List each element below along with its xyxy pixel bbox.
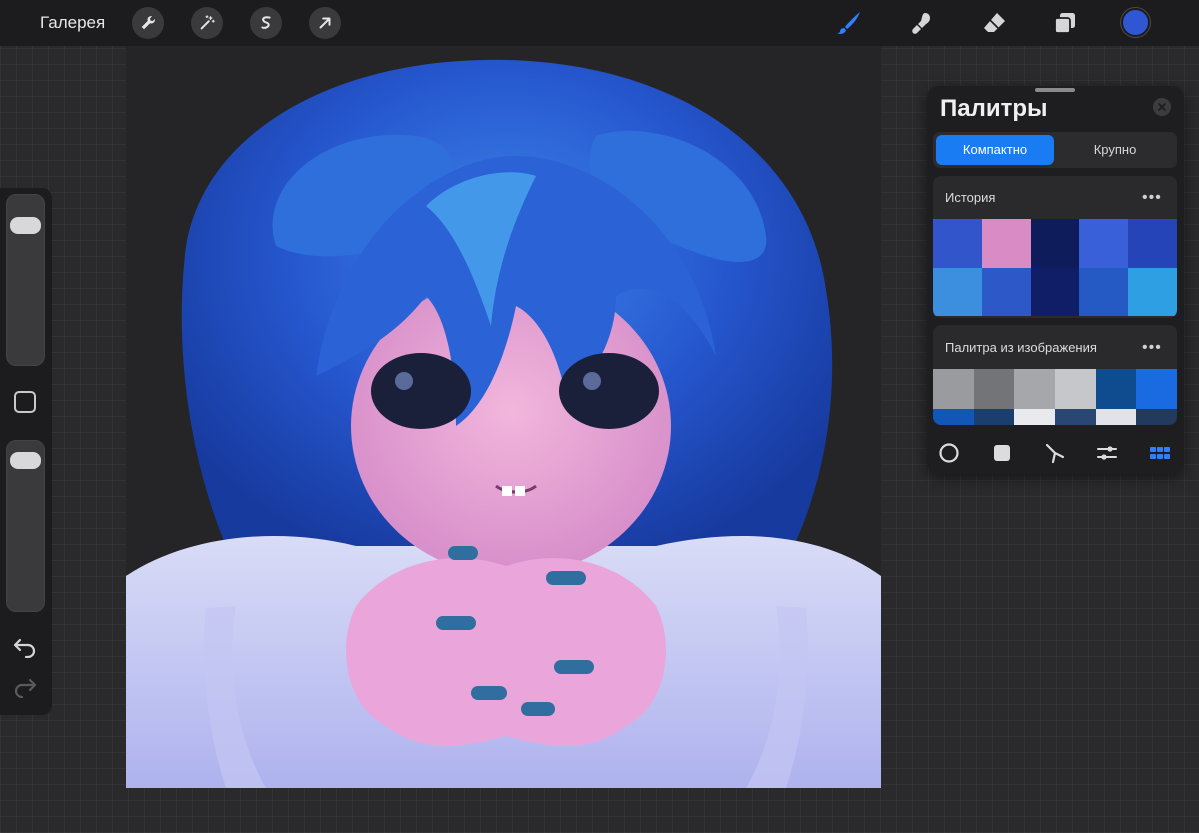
eraser-icon[interactable]	[977, 6, 1011, 40]
color-swatch[interactable]	[1030, 219, 1080, 268]
smudge-icon[interactable]	[905, 6, 939, 40]
color-swatch[interactable]	[933, 267, 982, 316]
color-swatch[interactable]	[1079, 267, 1129, 316]
current-color-swatch[interactable]	[1121, 8, 1150, 37]
image-palette-title: Палитра из изображения	[945, 340, 1097, 355]
color-swatch[interactable]	[933, 219, 982, 268]
panel-title: Палитры	[940, 95, 1048, 122]
color-swatch[interactable]	[1095, 369, 1137, 409]
history-swatch-grid	[933, 219, 1177, 316]
color-swatch[interactable]	[1136, 369, 1177, 409]
wrench-icon[interactable]	[132, 7, 164, 39]
color-swatch[interactable]	[1095, 409, 1137, 425]
color-swatch[interactable]	[1014, 369, 1055, 409]
large-view-button[interactable]: Крупно	[1056, 135, 1174, 165]
gallery-button[interactable]: Галерея	[40, 12, 105, 34]
color-swatch[interactable]	[1079, 219, 1129, 268]
view-mode-segmented-control: Компактно Крупно	[933, 132, 1177, 168]
panel-grabber-handle[interactable]	[1035, 88, 1075, 92]
undo-icon[interactable]	[12, 634, 38, 658]
classic-square-icon[interactable]	[990, 441, 1014, 465]
image-palette-more-button[interactable]: •••	[1142, 340, 1162, 356]
image-swatch-grid	[933, 369, 1177, 425]
redo-icon[interactable]	[12, 674, 38, 698]
close-icon[interactable]	[1153, 98, 1171, 116]
modify-square-icon[interactable]	[14, 391, 36, 413]
brush-size-thumb[interactable]	[10, 216, 41, 234]
color-swatch[interactable]	[973, 369, 1015, 409]
left-sidebar	[0, 188, 52, 715]
brush-size-slider[interactable]	[6, 194, 45, 366]
color-swatch[interactable]	[1030, 267, 1080, 316]
color-swatch[interactable]	[1054, 409, 1096, 425]
color-swatch[interactable]	[933, 369, 974, 409]
magic-wand-icon[interactable]	[191, 7, 223, 39]
artwork-illustration	[126, 46, 881, 788]
palettes-grid-icon[interactable]	[1148, 441, 1172, 465]
color-swatch[interactable]	[973, 409, 1015, 425]
history-more-button[interactable]: •••	[1142, 190, 1162, 206]
color-swatch[interactable]	[1128, 219, 1177, 268]
color-swatch[interactable]	[981, 267, 1031, 316]
opacity-slider[interactable]	[6, 440, 45, 612]
layers-icon[interactable]	[1048, 6, 1082, 40]
opacity-thumb[interactable]	[10, 452, 41, 470]
value-sliders-icon[interactable]	[1095, 441, 1119, 465]
selection-icon[interactable]	[250, 7, 282, 39]
color-swatch[interactable]	[1128, 267, 1177, 316]
top-toolbar: Галерея	[0, 0, 1199, 46]
drawing-canvas[interactable]	[126, 46, 881, 788]
color-swatch[interactable]	[1054, 369, 1096, 409]
color-swatch[interactable]	[1136, 409, 1177, 425]
brush-icon[interactable]	[833, 6, 867, 40]
color-swatch[interactable]	[1014, 409, 1055, 425]
color-swatch[interactable]	[933, 409, 974, 425]
color-swatch[interactable]	[981, 219, 1031, 268]
harmony-icon[interactable]	[1043, 441, 1067, 465]
compact-view-button[interactable]: Компактно	[936, 135, 1054, 165]
history-palette-title: История	[945, 190, 996, 205]
transform-arrow-icon[interactable]	[309, 7, 341, 39]
disc-icon[interactable]	[937, 441, 961, 465]
